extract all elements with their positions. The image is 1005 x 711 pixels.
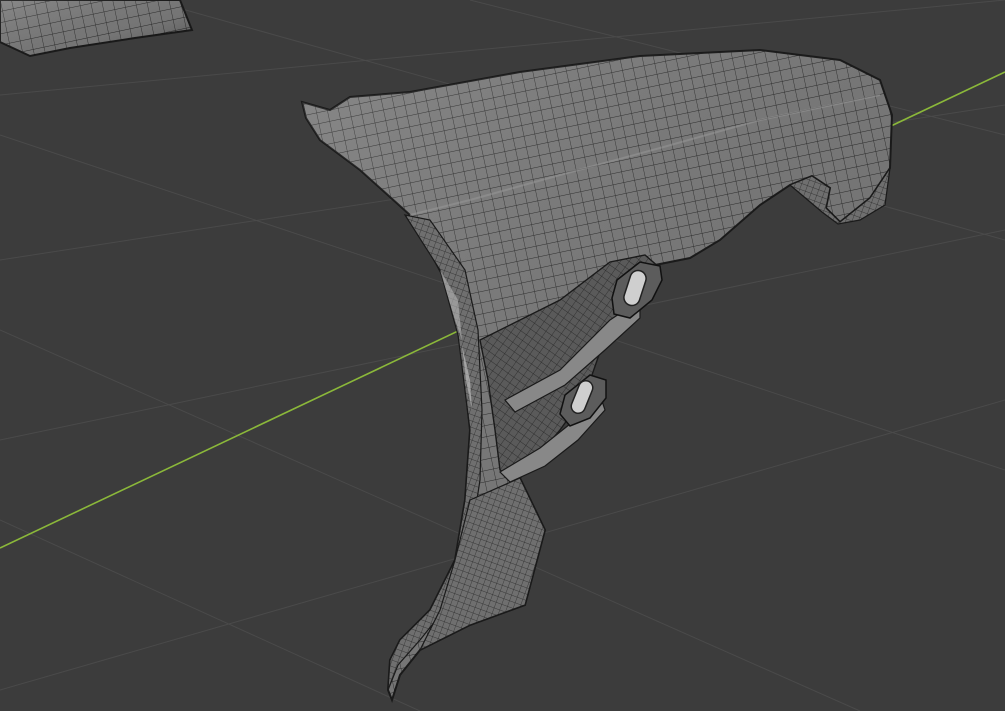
viewport-canvas[interactable] (0, 0, 1005, 711)
fender-lower-panel (418, 477, 546, 652)
fender-mesh[interactable] (300, 48, 894, 703)
3d-viewport[interactable] (0, 0, 1005, 711)
partial-mesh-top-left[interactable] (0, 0, 194, 58)
